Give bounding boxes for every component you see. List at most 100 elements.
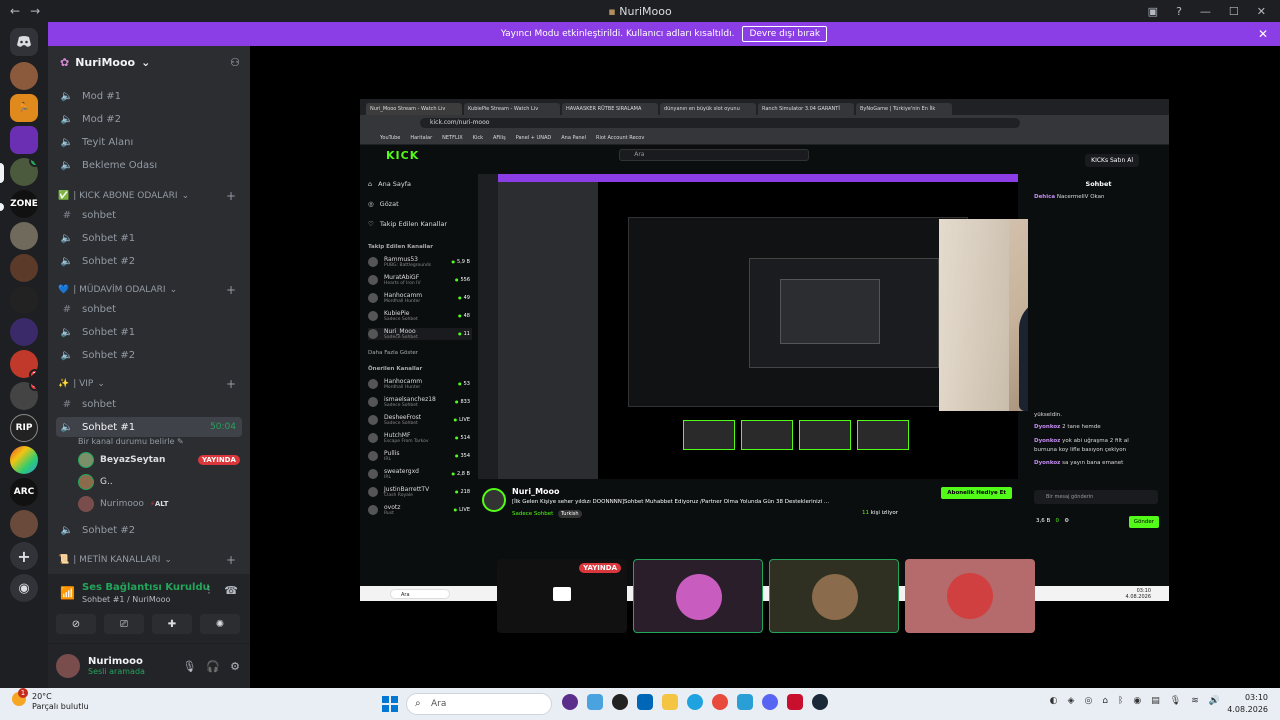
streamer-name[interactable]: Nuri_Mooo — [512, 487, 560, 496]
browser-tab[interactable]: HAVAASKER RÜTBE SIRALAMA — [562, 103, 658, 115]
app-icon[interactable] — [637, 694, 653, 710]
followed-channel[interactable]: MuratAbiGFHearts of Iron IV 556 — [368, 274, 472, 286]
channel-status-prompt[interactable]: Bir kanal durumu belirle ✎ — [78, 437, 184, 446]
category-mudavim[interactable]: 💙 | MÜDAVİM ODALARI ⌄ + — [58, 282, 240, 298]
recommended-channel[interactable]: JustinBarrettTVClash Royale 218 — [368, 486, 472, 498]
chat-user[interactable]: Dyonkoz — [1034, 460, 1060, 466]
edge-icon[interactable] — [687, 694, 703, 710]
add-channel-icon[interactable]: + — [226, 283, 236, 297]
tray-icon[interactable]: ◈ — [1068, 696, 1075, 706]
headphones-icon[interactable]: 🎧 — [206, 660, 220, 673]
taskbar-search[interactable]: ⌕ Ara — [406, 693, 552, 715]
server-avatar-8[interactable] — [10, 318, 38, 346]
channel-teyit[interactable]: 🔈 Teyit Alanı — [56, 132, 242, 152]
server-avatar-7[interactable] — [10, 286, 38, 314]
channel-vip-sohbet1[interactable]: 🔈 Sohbet #1 50:04 — [56, 417, 242, 437]
participant-tile[interactable] — [905, 559, 1035, 633]
discover-icon[interactable]: ◉ — [10, 574, 38, 602]
chat-user[interactable]: Dyonkoz — [1034, 438, 1060, 444]
noise-suppression-icon[interactable]: ⫶ — [208, 584, 211, 598]
kicks-buy-button[interactable]: KICKs Satın Al — [1085, 154, 1139, 167]
bookmark[interactable]: Haritalar — [410, 135, 432, 141]
recommended-channel[interactable]: ismaelsanchez18Sadece Sohbet 833 — [368, 396, 472, 408]
chat-user[interactable]: Dehica — [1034, 194, 1055, 200]
bookmark[interactable]: Riot Account Recov — [596, 135, 644, 141]
server-avatar-9[interactable]: 2 — [10, 350, 38, 378]
participant-tile[interactable] — [769, 559, 899, 633]
microphone-icon[interactable]: 🎙 — [182, 660, 196, 673]
screen-share-button[interactable]: ⎚ — [104, 614, 144, 634]
channel-vip-sohbet[interactable]: # sohbet — [56, 394, 242, 414]
tray-icon[interactable]: ⌂ — [1102, 696, 1108, 706]
channel-kick-sohbet2[interactable]: 🔈 Sohbet #2 — [56, 251, 242, 271]
steam-icon[interactable] — [812, 694, 828, 710]
app-icon[interactable] — [737, 694, 753, 710]
activities-button[interactable]: ✚ — [152, 614, 192, 634]
recommended-channel[interactable]: HanhocammMordhall Hunter 53 — [368, 378, 472, 390]
server-avatar-5[interactable] — [10, 222, 38, 250]
server-header[interactable]: ✿ NuriMooo ⌄ ⚇ — [48, 46, 250, 78]
category-vip[interactable]: ✨ | VIP ⌄ + — [58, 376, 240, 392]
tray-icon[interactable]: ▤ — [1151, 696, 1160, 706]
followed-channel[interactable]: Nuri_MoooSadece Sohbet 11 — [368, 328, 472, 340]
channel-mud-sohbet[interactable]: # sohbet — [56, 299, 242, 319]
kick-nav-following[interactable]: ♡ Takip Edilen Kanallar — [368, 220, 472, 228]
server-avatar-nurimooo[interactable]: 4 — [10, 158, 38, 186]
invite-people-icon[interactable]: ⚇ — [230, 56, 240, 69]
volume-icon[interactable]: 🔊 — [1209, 696, 1220, 706]
bookmark[interactable]: Panel + UNAD — [516, 135, 552, 141]
forward-arrow-icon[interactable]: → — [30, 4, 40, 18]
browser-tab[interactable]: Ranch Simulator 3.04 GARANTİ — [758, 103, 854, 115]
channel-mod1[interactable]: 🔈 Mod #1 — [56, 86, 242, 106]
followed-channel[interactable]: KubiePieSadece Sohbet 48 — [368, 310, 472, 322]
inbox-icon[interactable]: ▣ — [1148, 5, 1158, 18]
channel-kick-sohbet1[interactable]: 🔈 Sohbet #1 — [56, 228, 242, 248]
browser-tab[interactable]: KubiePie Stream - Watch Liv — [464, 103, 560, 115]
browser-tab[interactable]: dünyanın en büyük slot oyunu — [660, 103, 756, 115]
bookmark[interactable]: YouTube — [380, 135, 400, 141]
help-icon[interactable]: ? — [1176, 5, 1182, 18]
app-icon[interactable] — [587, 694, 603, 710]
category-kick[interactable]: ✅ | KICK ABONE ODALARI ⌄ + — [58, 188, 240, 204]
folder-icon[interactable] — [662, 694, 678, 710]
stream-tile[interactable]: YAYINDA — [497, 559, 627, 633]
user-avatar[interactable] — [56, 654, 80, 678]
discord-icon[interactable] — [762, 694, 778, 710]
tray-icon[interactable]: ◎ — [1084, 696, 1092, 706]
chat-input[interactable]: Bir mesaj gönderin — [1034, 490, 1158, 504]
gift-sub-button[interactable]: Abonelik Hediye Et — [941, 487, 1012, 499]
server-avatar-12[interactable] — [10, 446, 38, 474]
recommended-channel[interactable]: HutchMFEscape From Tarkov 514 — [368, 432, 472, 444]
app-icon[interactable] — [612, 694, 628, 710]
server-avatar-11[interactable]: RIP — [10, 414, 38, 442]
channel-mud-sohbet1[interactable]: 🔈 Sohbet #1 — [56, 322, 242, 342]
bluetooth-icon[interactable]: ᛒ — [1118, 696, 1123, 706]
add-channel-icon[interactable]: + — [226, 189, 236, 203]
recommended-channel[interactable]: sweatergxdIRL 2,8 B — [368, 468, 472, 480]
server-avatar-zone[interactable]: ZONE — [10, 190, 38, 218]
channel-kick-sohbet[interactable]: # sohbet — [56, 205, 242, 225]
disable-streamer-mode-button[interactable]: Devre dışı bırak — [742, 26, 828, 42]
voice-member[interactable]: G.. — [78, 472, 113, 492]
add-server-icon[interactable]: + — [10, 542, 38, 570]
stream-category[interactable]: Sadece Sohbet — [512, 511, 553, 517]
minimize-icon[interactable]: — — [1200, 5, 1211, 18]
soundboard-button[interactable]: ✺ — [200, 614, 240, 634]
maximize-icon[interactable]: ☐ — [1229, 5, 1239, 18]
bookmark[interactable]: Ana Panel — [561, 135, 586, 141]
browser-tab[interactable]: ByNoGame | Türkiye'nin En İlk — [856, 103, 952, 115]
server-runner-icon[interactable]: 🏃 — [10, 94, 38, 122]
app-icon[interactable] — [562, 694, 578, 710]
followed-channel[interactable]: Rammus53PUBG: Battlegrounds 5,9 B — [368, 256, 472, 268]
recommended-channel[interactable]: ovotzRust LIVE — [368, 504, 472, 516]
wifi-icon[interactable]: ≋ — [1191, 696, 1199, 706]
microphone-icon[interactable]: 🎙 — [1170, 696, 1181, 706]
channel-vip-sohbet2[interactable]: 🔈 Sohbet #2 — [56, 520, 242, 540]
server-avatar-3[interactable] — [10, 126, 38, 154]
chrome-icon[interactable] — [712, 694, 728, 710]
settings-gear-icon[interactable]: ⚙ — [1064, 518, 1069, 524]
recommended-channel[interactable]: DesheeFrostSadece Sohbet LIVE — [368, 414, 472, 426]
voice-member[interactable]: BeyazSeytan — [78, 450, 165, 470]
server-avatar-10[interactable]: 1 — [10, 382, 38, 410]
server-avatar-6[interactable] — [10, 254, 38, 282]
